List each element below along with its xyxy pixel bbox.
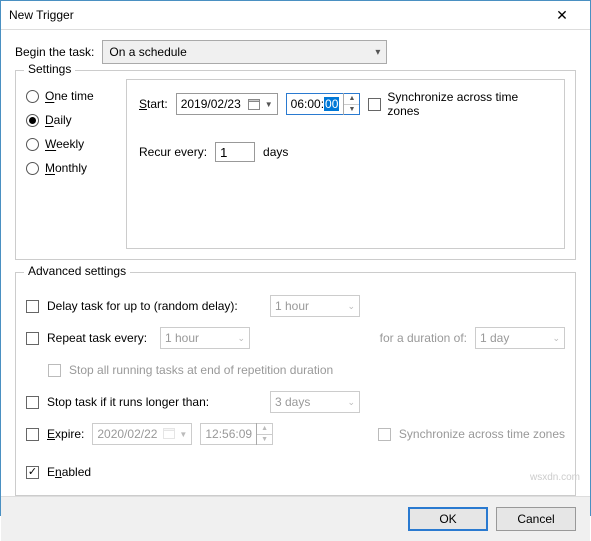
repeat-label: Repeat task every: bbox=[47, 331, 152, 345]
advanced-legend: Advanced settings bbox=[24, 264, 130, 278]
schedule-panel: Start: 2019/02/23 ▼ 06:00:00 bbox=[126, 79, 565, 249]
expire-label: Expire: bbox=[47, 427, 84, 441]
watermark: wsxdn.com bbox=[530, 472, 580, 483]
chevron-down-icon: ⌄ bbox=[552, 333, 560, 344]
calendar-icon bbox=[247, 97, 261, 111]
checkbox-icon bbox=[368, 98, 381, 111]
expire-sync-checkbox bbox=[378, 428, 391, 441]
time-spinner[interactable]: ▲▼ bbox=[256, 423, 272, 445]
expire-sync-label: Synchronize across time zones bbox=[399, 427, 565, 441]
stop-longer-combo[interactable]: 3 days ⌄ bbox=[270, 391, 360, 413]
repeat-combo[interactable]: 1 hour ⌄ bbox=[160, 327, 250, 349]
cancel-button[interactable]: Cancel bbox=[496, 507, 576, 531]
recur-label: Recur every: bbox=[139, 145, 207, 159]
window-title: New Trigger bbox=[9, 8, 542, 22]
settings-legend: Settings bbox=[24, 62, 75, 76]
delay-combo[interactable]: 1 hour ⌄ bbox=[270, 295, 360, 317]
sync-label: Synchronize across time zones bbox=[387, 90, 552, 118]
enabled-checkbox[interactable] bbox=[26, 466, 39, 479]
radio-icon bbox=[26, 162, 39, 175]
radio-icon bbox=[26, 114, 39, 127]
duration-combo[interactable]: 1 day ⌄ bbox=[475, 327, 565, 349]
ok-button[interactable]: OK bbox=[408, 507, 488, 531]
start-date-value: 2019/02/23 bbox=[181, 97, 241, 111]
repeat-checkbox[interactable] bbox=[26, 332, 39, 345]
dialog-new-trigger: New Trigger ✕ Begin the task: On a sched… bbox=[0, 0, 591, 516]
delay-checkbox[interactable] bbox=[26, 300, 39, 313]
time-spinner[interactable]: ▲▼ bbox=[343, 93, 359, 115]
radio-icon bbox=[26, 90, 39, 103]
chevron-down-icon: ⌄ bbox=[347, 397, 355, 408]
advanced-fieldset: Advanced settings Delay task for up to (… bbox=[15, 272, 576, 496]
radio-daily[interactable]: Daily bbox=[26, 113, 116, 127]
radio-weekly[interactable]: Weekly bbox=[26, 137, 116, 151]
begin-task-label: Begin the task: bbox=[15, 45, 94, 59]
start-date-input[interactable]: 2019/02/23 ▼ bbox=[176, 93, 278, 115]
recur-unit: days bbox=[263, 145, 288, 159]
chevron-down-icon: ▼ bbox=[179, 430, 187, 439]
delay-label: Delay task for up to (random delay): bbox=[47, 299, 262, 313]
stop-rep-label: Stop all running tasks at end of repetit… bbox=[69, 363, 333, 377]
start-time-hm: 06:00: bbox=[291, 97, 324, 111]
begin-task-value: On a schedule bbox=[109, 45, 186, 59]
chevron-down-icon: ▾ bbox=[375, 47, 380, 58]
radio-onetime[interactable]: One time bbox=[26, 89, 116, 103]
start-time-input[interactable]: 06:00:00 ▲▼ bbox=[286, 93, 361, 115]
stop-rep-checkbox bbox=[48, 364, 61, 377]
enabled-label: Enabled bbox=[47, 465, 91, 479]
recur-input[interactable] bbox=[215, 142, 255, 162]
stop-longer-checkbox[interactable] bbox=[26, 396, 39, 409]
expire-time-input[interactable]: 12:56:09 ▲▼ bbox=[200, 423, 273, 445]
close-button[interactable]: ✕ bbox=[542, 1, 582, 29]
sync-timezones-checkbox[interactable]: Synchronize across time zones bbox=[368, 90, 552, 118]
radio-monthly[interactable]: Monthly bbox=[26, 161, 116, 175]
settings-fieldset: Settings One time Daily Weekly bbox=[15, 70, 576, 260]
radio-icon bbox=[26, 138, 39, 151]
expire-date-input[interactable]: 2020/02/22 ▼ bbox=[92, 423, 192, 445]
expire-checkbox[interactable] bbox=[26, 428, 39, 441]
calendar-icon bbox=[163, 427, 175, 442]
chevron-down-icon: ⌄ bbox=[237, 333, 245, 344]
start-time-sec: 00 bbox=[324, 97, 339, 111]
duration-label: for a duration of: bbox=[380, 331, 467, 345]
chevron-down-icon: ⌄ bbox=[347, 301, 355, 312]
stop-longer-label: Stop task if it runs longer than: bbox=[47, 395, 262, 409]
dialog-footer: OK Cancel bbox=[1, 496, 590, 541]
chevron-down-icon: ▼ bbox=[265, 100, 273, 109]
titlebar: New Trigger ✕ bbox=[1, 1, 590, 30]
close-icon: ✕ bbox=[556, 7, 568, 24]
start-label: Start: bbox=[139, 97, 168, 111]
begin-task-select[interactable]: On a schedule ▾ bbox=[102, 40, 387, 64]
